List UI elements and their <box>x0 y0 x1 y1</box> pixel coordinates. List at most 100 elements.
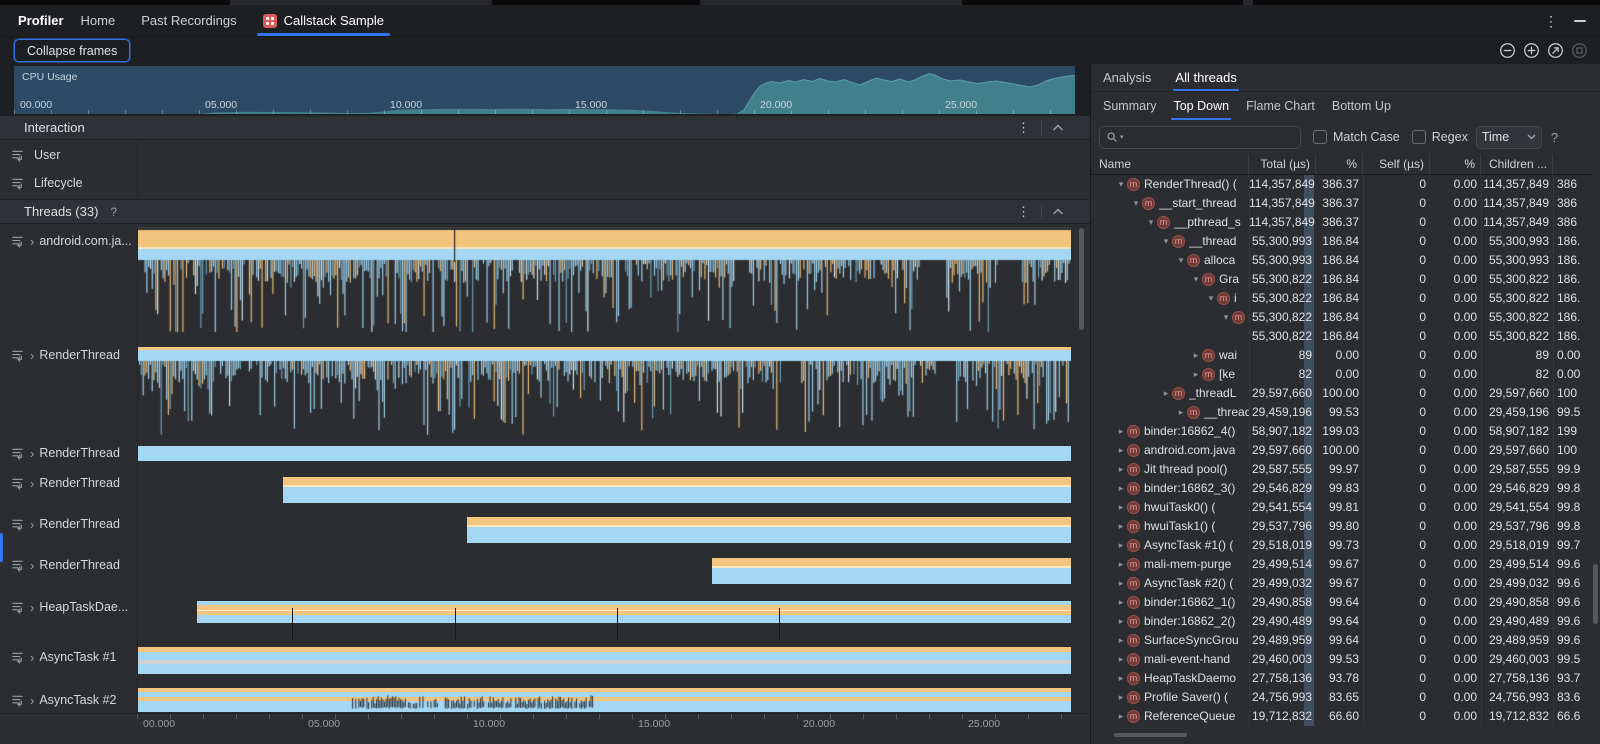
zoom-to-selection-icon[interactable] <box>1571 42 1588 59</box>
table-row[interactable]: ▾m(55,300,822186.8400.0055,300,822186. <box>1091 308 1593 327</box>
regex-checkbox[interactable] <box>1412 130 1426 144</box>
filter-dropdown[interactable]: Time <box>1476 126 1542 149</box>
table-row[interactable]: ▸mmali-event-hand29,460,00399.5300.0029,… <box>1091 650 1593 669</box>
chevron-right-icon[interactable]: ▸ <box>1160 384 1172 403</box>
chevron-right-icon[interactable]: › <box>30 447 34 460</box>
kebab-menu-icon[interactable]: ⋮ <box>1544 14 1558 28</box>
help-icon[interactable]: ? <box>1551 130 1558 145</box>
chevron-right-icon[interactable]: ▸ <box>1115 498 1127 517</box>
threads-scrollbar[interactable] <box>1079 228 1084 330</box>
thread-name-renderthread-2[interactable]: ›RenderThread <box>0 440 137 466</box>
thread-name-heaptaskdae-6[interactable]: ›HeapTaskDae... <box>0 594 137 620</box>
chevron-right-icon[interactable]: ▸ <box>1115 574 1127 593</box>
tab-bottom-up[interactable]: Bottom Up <box>1332 92 1391 120</box>
track-settings-icon[interactable] <box>10 348 25 363</box>
chevron-down-icon[interactable]: ▾ <box>1205 289 1217 308</box>
table-row[interactable]: ▸mbinder:16862_3()29,546,82999.8300.0029… <box>1091 479 1593 498</box>
column-header-total-s[interactable]: Total (µs) <box>1249 154 1316 174</box>
search-history-caret-icon[interactable]: ▾ <box>1120 133 1124 141</box>
chevron-right-icon[interactable]: ▸ <box>1115 460 1127 479</box>
chevron-right-icon[interactable]: ▸ <box>1115 441 1127 460</box>
chevron-right-icon[interactable]: ▸ <box>1190 346 1202 365</box>
chevron-right-icon[interactable]: ▸ <box>1115 650 1127 669</box>
interaction-row-user[interactable]: User <box>0 141 1090 169</box>
tab-all-threads[interactable]: All threads <box>1175 64 1236 91</box>
table-row[interactable]: ▾malloca55,300,993186.8400.0055,300,9931… <box>1091 251 1593 270</box>
thread-name-android-com-ja-0[interactable]: ›android.com.ja... <box>0 228 137 254</box>
chevron-down-icon[interactable]: ▾ <box>1115 175 1127 194</box>
track-settings-icon[interactable] <box>10 517 25 532</box>
chevron-right-icon[interactable]: › <box>30 651 34 664</box>
table-h-scrollbar[interactable] <box>1114 733 1187 737</box>
zoom-in-icon[interactable] <box>1523 42 1540 59</box>
table-row[interactable]: ▸mHeapTaskDaemo27,758,13693.7800.0027,75… <box>1091 669 1593 688</box>
table-row[interactable]: ▸mhwuiTask1() (29,537,79699.8000.0029,53… <box>1091 517 1593 536</box>
interaction-collapse-icon[interactable] <box>1042 124 1074 131</box>
table-row[interactable]: ▸m_threadL29,597,660100.0000.0029,597,66… <box>1091 384 1593 403</box>
chevron-down-icon[interactable]: ▾ <box>1160 232 1172 251</box>
table-v-scrollbar[interactable] <box>1593 564 1598 624</box>
chevron-down-icon[interactable]: ▾ <box>1175 251 1187 270</box>
thread-track-renderthread-1[interactable] <box>137 347 1071 439</box>
thread-name-asynctask-1-7[interactable]: ›AsyncTask #1 <box>0 644 137 670</box>
thread-name-renderthread-4[interactable]: ›RenderThread <box>0 511 137 537</box>
table-row[interactable]: ▸mAsyncTask #1() (29,518,01999.7300.0029… <box>1091 536 1593 555</box>
threads-header[interactable]: Threads (33) ? ⋮ <box>0 199 1090 224</box>
track-settings-icon[interactable] <box>10 650 25 665</box>
chevron-right-icon[interactable]: ▸ <box>1175 403 1187 422</box>
column-header-[interactable]: % <box>1316 154 1363 174</box>
chevron-right-icon[interactable]: › <box>30 601 34 614</box>
track-settings-icon[interactable] <box>10 176 25 191</box>
thread-track-renderthread-2[interactable] <box>137 446 1071 461</box>
tab-summary[interactable]: Summary <box>1103 92 1156 120</box>
chevron-right-icon[interactable]: ▸ <box>1115 688 1127 707</box>
chevron-right-icon[interactable]: ▸ <box>1115 555 1127 574</box>
reset-zoom-icon[interactable] <box>1547 42 1564 59</box>
thread-name-renderthread-1[interactable]: ›RenderThread <box>0 342 137 368</box>
column-header-self-s[interactable]: Self (µs) <box>1363 154 1430 174</box>
table-row[interactable]: ▾m__start_thread114,357,849386.3700.0011… <box>1091 194 1593 213</box>
cpu-usage-chart[interactable]: CPU Usage 00.00005.00010.00015.00020.000… <box>14 66 1075 114</box>
column-header-[interactable]: % <box>1430 154 1481 174</box>
chevron-right-icon[interactable]: ▸ <box>1115 593 1127 612</box>
tab-flame-chart[interactable]: Flame Chart <box>1246 92 1315 120</box>
track-settings-icon[interactable] <box>10 234 25 249</box>
thread-track-heaptaskdae-6[interactable] <box>197 601 1071 623</box>
thread-track-renderthread-4[interactable] <box>467 517 1071 543</box>
chevron-right-icon[interactable]: › <box>30 518 34 531</box>
table-row[interactable]: ▾mi55,300,822186.8400.0055,300,822186. <box>1091 289 1593 308</box>
thread-track-android-com-ja-0[interactable] <box>137 228 1071 334</box>
titlebar-tab-callstack-sample[interactable]: Callstack Sample <box>261 5 386 36</box>
table-row[interactable]: 55,300,822186.8400.0055,300,822186. <box>1091 327 1593 346</box>
match-case-checkbox[interactable] <box>1313 130 1327 144</box>
collapse-frames-button[interactable]: Collapse frames <box>14 39 130 62</box>
chevron-right-icon[interactable]: ▸ <box>1115 707 1127 726</box>
titlebar-tab-past-recordings[interactable]: Past Recordings <box>139 5 238 36</box>
chevron-right-icon[interactable]: ▸ <box>1115 612 1127 631</box>
interaction-row-lifecycle[interactable]: Lifecycle <box>0 169 1090 197</box>
table-row[interactable]: ▾mGra55,300,822186.8400.0055,300,822186. <box>1091 270 1593 289</box>
table-row[interactable]: ▸mReferenceQueue19,712,83266.6000.0019,7… <box>1091 707 1593 726</box>
chevron-right-icon[interactable]: ▸ <box>1115 631 1127 650</box>
zoom-out-icon[interactable] <box>1499 42 1516 59</box>
table-row[interactable]: ▸mAsyncTask #2() (29,499,03299.6700.0029… <box>1091 574 1593 593</box>
chevron-right-icon[interactable]: ▸ <box>1115 479 1127 498</box>
table-row[interactable]: ▸mProfile Saver() (24,756,99383.6500.002… <box>1091 688 1593 707</box>
chevron-right-icon[interactable]: › <box>30 477 34 490</box>
thread-name-asynctask-2-8[interactable]: ›AsyncTask #2 <box>0 687 137 713</box>
tab-analysis[interactable]: Analysis <box>1103 64 1151 91</box>
chevron-down-icon[interactable]: ▾ <box>1130 194 1142 213</box>
thread-name-renderthread-3[interactable]: ›RenderThread <box>0 470 137 496</box>
thread-track-renderthread-5[interactable] <box>712 558 1071 584</box>
table-row[interactable]: ▸m__thread29,459,19699.5300.0029,459,196… <box>1091 403 1593 422</box>
thread-track-renderthread-3[interactable] <box>283 477 1071 503</box>
chevron-right-icon[interactable]: › <box>30 349 34 362</box>
chevron-right-icon[interactable]: ▸ <box>1115 669 1127 688</box>
track-settings-icon[interactable] <box>10 558 25 573</box>
table-row[interactable]: ▸mJit thread pool()29,587,55599.9700.002… <box>1091 460 1593 479</box>
chevron-right-icon[interactable]: ▸ <box>1115 422 1127 441</box>
track-settings-icon[interactable] <box>10 148 25 163</box>
threads-help-icon[interactable]: ? <box>110 205 117 219</box>
chevron-down-icon[interactable]: ▾ <box>1145 213 1157 232</box>
threads-collapse-icon[interactable] <box>1042 208 1074 215</box>
